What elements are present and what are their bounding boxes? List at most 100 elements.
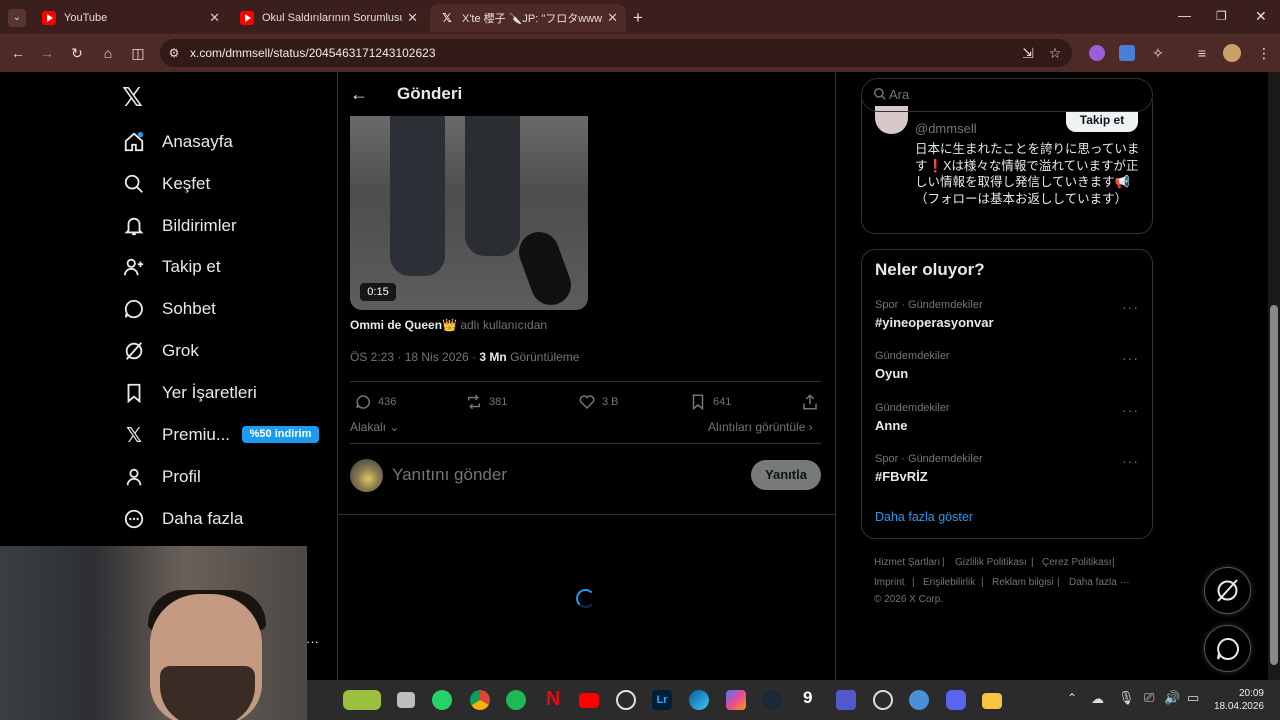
system-clock[interactable]: 20:09 18.04.2026	[1212, 687, 1264, 713]
footer-link-accessibility[interactable]: Erişilebilirlik	[923, 577, 975, 588]
lightroom-icon[interactable]: Lr	[652, 690, 672, 710]
teams-icon[interactable]	[836, 690, 856, 710]
chatgpt-icon[interactable]	[616, 690, 636, 710]
nav-item-notifications[interactable]: Bildirimler	[122, 211, 237, 241]
nav-item-grok[interactable]: Grok	[122, 336, 199, 366]
footer-link-privacy[interactable]: Gizlilik Politikası	[955, 557, 1027, 568]
trend-item[interactable]: Spor · Gündemdekiler #yineoperasyonvar	[875, 299, 994, 330]
show-hidden-icons[interactable]: ⌃	[1067, 691, 1077, 705]
reply-button[interactable]: Yanıtla	[751, 460, 821, 490]
reply-action[interactable]: 436	[354, 393, 396, 411]
battery-icon[interactable]: ▭	[1187, 690, 1199, 706]
microphone-icon[interactable]: 🎙	[1118, 690, 1135, 706]
sort-dropdown[interactable]: Alakalı ⌄	[350, 420, 399, 434]
new-tab-button[interactable]: +	[633, 8, 643, 28]
obs-icon[interactable]	[873, 690, 893, 710]
spotify-icon[interactable]	[506, 690, 526, 710]
view-quotes-link[interactable]: Alıntıları görüntüle ›	[708, 420, 813, 434]
extensions-puzzle-icon[interactable]: ✧	[1149, 44, 1167, 62]
footer-link-ads-info[interactable]: Reklam bilgisi	[992, 577, 1054, 588]
more-options-icon[interactable]: ···	[306, 634, 319, 649]
nav-item-premium[interactable]: 𝕏 Premiu...	[122, 420, 230, 450]
task-view-icon[interactable]	[397, 692, 415, 708]
browser-tab-youtube[interactable]: YouTube ✕	[32, 4, 228, 32]
reload-icon[interactable]: ↻	[68, 44, 86, 62]
profile-avatar[interactable]	[1223, 44, 1241, 62]
bookmark-star-icon[interactable]: ☆	[1046, 44, 1064, 62]
reading-list-icon[interactable]: ≡	[1193, 44, 1211, 62]
browser-tab-video[interactable]: Okul Saldırılarının Sorumlusu A ✕	[230, 4, 426, 32]
close-tab-icon[interactable]: ✕	[407, 10, 418, 26]
split-view-icon[interactable]: ◫	[129, 44, 147, 62]
close-tab-icon[interactable]: ✕	[607, 10, 618, 26]
attribution-name[interactable]: Ommi de Queen👑	[350, 318, 457, 332]
discord-icon[interactable]	[946, 690, 966, 710]
menu-icon[interactable]: ⋮	[1255, 44, 1273, 62]
media-attribution[interactable]: Ommi de Queen👑 adlı kullanıcıdan	[350, 318, 547, 332]
netflix-icon[interactable]: N	[546, 688, 560, 711]
install-icon[interactable]: ⇲	[1019, 44, 1037, 62]
volume-icon[interactable]: 🔊	[1164, 690, 1180, 706]
scrollbar-thumb[interactable]	[1270, 305, 1278, 665]
steam-icon[interactable]	[762, 690, 782, 710]
share-action[interactable]	[801, 393, 825, 411]
show-more-link[interactable]: Daha fazla göster	[875, 510, 973, 524]
nav-item-bookmarks[interactable]: Yer İşaretleri	[122, 378, 257, 408]
nav-item-explore[interactable]: Keşfet	[122, 169, 210, 199]
like-action[interactable]: 3 B	[578, 393, 619, 411]
settings-gear-icon[interactable]	[909, 690, 929, 710]
translate-icon[interactable]	[1119, 45, 1135, 61]
edge-icon[interactable]	[689, 690, 709, 710]
trend-item[interactable]: Spor · Gündemdekiler #FBvRİZ	[875, 453, 983, 484]
tab-list-button[interactable]: ⌄	[8, 9, 26, 27]
close-window-button[interactable]: ✕	[1255, 8, 1267, 25]
maximize-button[interactable]: ❐	[1216, 9, 1227, 23]
browser-tab-x-post[interactable]: 𝕏 X'te 櫻子 🔪JP: "フロタwwwwwww ✕	[430, 4, 626, 32]
footer-link-imprint[interactable]: Imprint	[874, 577, 905, 588]
forward-icon[interactable]: →	[38, 44, 56, 62]
minimize-button[interactable]: —	[1178, 8, 1191, 23]
nav-item-profile[interactable]: Profil	[122, 462, 201, 492]
footer-link-terms[interactable]: Hizmet Şartları	[874, 557, 940, 568]
grok-fab[interactable]	[1204, 567, 1251, 614]
footer-link-more[interactable]: Daha fazla ···	[1069, 577, 1130, 588]
footer-link-cookies[interactable]: Çerez Politikası	[1042, 557, 1111, 568]
nav-item-home[interactable]: Anasayfa	[122, 127, 233, 157]
url-text[interactable]: x.com/dmmsell/status/2045463171243102623	[190, 46, 436, 60]
chrome-icon[interactable]	[470, 690, 490, 710]
post-video[interactable]	[350, 116, 588, 310]
close-tab-icon[interactable]: ✕	[209, 10, 220, 26]
user-avatar[interactable]	[350, 459, 383, 492]
messages-fab[interactable]	[1204, 625, 1251, 672]
trend-item[interactable]: Gündemdekiler Anne	[875, 402, 950, 433]
network-icon[interactable]: ⎚	[1144, 690, 1154, 706]
x-logo-icon[interactable]: 𝕏	[122, 82, 143, 113]
post-time[interactable]: ÖS 2:23 · 18 Nis 2026 ·	[350, 350, 476, 364]
onedrive-icon[interactable]: ☁	[1091, 691, 1104, 707]
trend-more-icon[interactable]: ···	[1122, 402, 1139, 418]
youtube-icon[interactable]	[579, 693, 599, 708]
premium-discount-badge[interactable]: %50 indirim	[242, 426, 319, 443]
bookmark-action[interactable]: 641	[689, 393, 731, 411]
nav-item-follow[interactable]: Takip et	[122, 252, 221, 282]
widgets-icon[interactable]	[343, 690, 381, 710]
repost-action[interactable]: 381	[465, 393, 507, 411]
file-explorer-icon[interactable]	[982, 693, 1002, 709]
site-info-icon[interactable]: ⚙	[165, 44, 183, 62]
maps-pin-icon[interactable]: 9	[803, 688, 812, 708]
back-arrow-icon[interactable]: ←	[350, 84, 368, 105]
nav-item-more[interactable]: Daha fazla	[122, 504, 243, 534]
trend-more-icon[interactable]: ···	[1122, 453, 1139, 469]
whatsapp-icon[interactable]	[432, 690, 452, 710]
nav-item-chat[interactable]: Sohbet	[122, 294, 216, 324]
reply-input[interactable]: Yanıtını gönder	[392, 465, 507, 485]
profile-handle[interactable]: @dmmsell	[915, 121, 977, 136]
back-icon[interactable]: ←	[9, 44, 27, 62]
trend-more-icon[interactable]: ···	[1122, 299, 1139, 315]
copilot-icon[interactable]	[726, 690, 746, 710]
follow-button[interactable]: Takip et	[1066, 112, 1138, 132]
trend-item[interactable]: Gündemdekiler Oyun	[875, 350, 950, 381]
trend-more-icon[interactable]: ···	[1122, 350, 1139, 366]
home-icon[interactable]: ⌂	[99, 44, 117, 62]
extension-icon[interactable]	[1089, 45, 1105, 61]
